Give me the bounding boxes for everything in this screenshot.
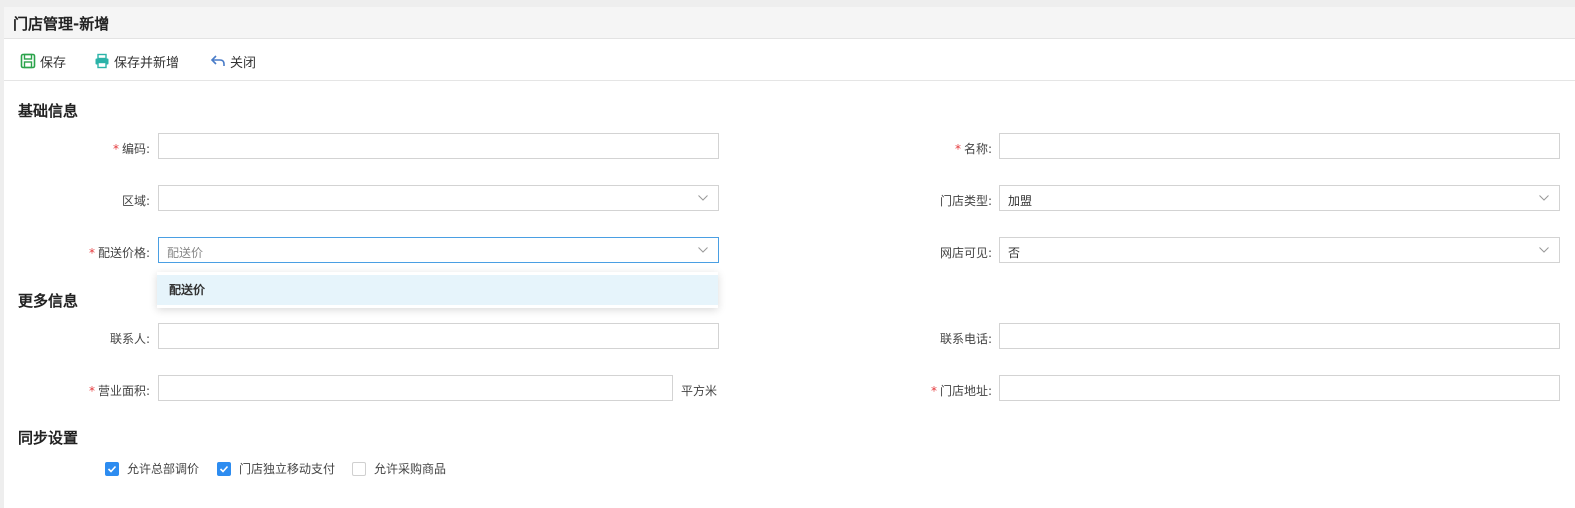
section-basic-info: 基础信息 [18, 102, 79, 120]
checkbox-allow-hq-price[interactable]: 允许总部调价 [105, 460, 199, 477]
contact-input[interactable] [158, 323, 719, 349]
checkbox-allow-purchase[interactable]: 允许采购商品 [352, 460, 446, 477]
checkbox-label: 允许总部调价 [127, 462, 200, 476]
online-visible-select[interactable]: 否 [999, 237, 1560, 263]
area-input[interactable] [158, 375, 673, 401]
close-label: 关闭 [230, 55, 257, 71]
undo-arrow-icon [210, 53, 226, 69]
save-icon [20, 53, 36, 69]
checkbox-independent-payment[interactable]: 门店独立移动支付 [217, 460, 335, 477]
address-input[interactable] [999, 375, 1560, 401]
form-panel: 门店管理-新增 保存 保存并新增 关闭 基础信息 *编码: *名称: 区域: [4, 7, 1575, 508]
region-select[interactable] [158, 185, 719, 211]
dropdown-option[interactable]: 配送价 [157, 275, 718, 305]
chevron-down-icon [1539, 195, 1549, 201]
page-title: 门店管理-新增 [13, 15, 110, 33]
save-label: 保存 [40, 55, 67, 71]
section-more-info: 更多信息 [18, 292, 79, 310]
delivery-price-label: * 配送价格: [88, 246, 150, 260]
chevron-down-icon [1539, 247, 1549, 253]
title-bar: 门店管理-新增 [4, 7, 1575, 39]
code-input[interactable] [158, 133, 719, 159]
address-label: * 门店地址: [930, 384, 992, 398]
close-button[interactable]: 关闭 [210, 51, 256, 71]
phone-input[interactable] [999, 323, 1560, 349]
checkbox-label: 门店独立移动支付 [239, 462, 336, 476]
save-and-add-label: 保存并新增 [114, 55, 180, 71]
online-visible-label: 网店可见: [939, 246, 992, 260]
section-sync-settings: 同步设置 [18, 429, 79, 447]
save-and-add-button[interactable]: 保存并新增 [94, 51, 179, 71]
store-type-label: 门店类型: [939, 194, 992, 208]
chevron-down-icon [698, 247, 708, 253]
checkbox-checked-icon [105, 461, 119, 476]
delivery-price-dropdown: 配送价 [157, 272, 718, 308]
store-type-select[interactable]: 加盟 [999, 185, 1560, 211]
area-unit: 平方米 [681, 384, 718, 398]
region-label: 区域: [121, 194, 150, 208]
checkbox-checked-icon [217, 461, 231, 476]
phone-label: 联系电话: [939, 332, 992, 346]
name-input[interactable] [999, 133, 1560, 159]
code-label: * 编码: [112, 142, 150, 156]
toolbar: 保存 保存并新增 关闭 [4, 39, 1575, 81]
contact-label: 联系人: [109, 332, 150, 346]
name-label: * 名称: [954, 142, 992, 156]
save-button[interactable]: 保存 [20, 51, 66, 71]
delivery-price-select[interactable]: 配送价 [158, 237, 719, 263]
printer-icon [94, 53, 110, 69]
chevron-down-icon [698, 195, 708, 201]
area-label: * 营业面积: [88, 384, 150, 398]
checkbox-unchecked-icon [352, 461, 366, 476]
checkbox-label: 允许采购商品 [374, 462, 447, 476]
